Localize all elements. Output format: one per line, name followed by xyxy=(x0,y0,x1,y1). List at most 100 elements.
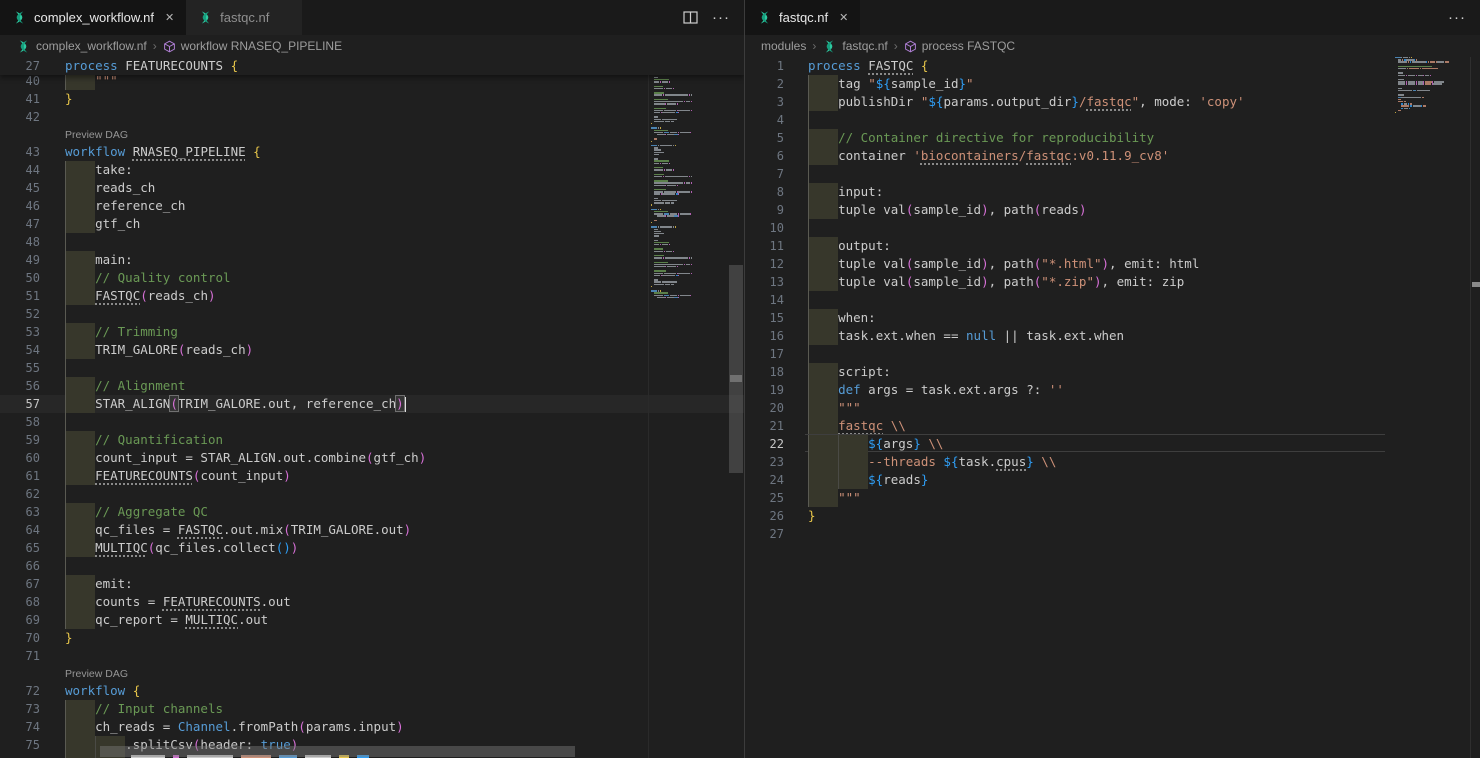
minimap[interactable] xyxy=(648,57,729,758)
line-number[interactable]: 53 xyxy=(0,323,40,341)
line-number[interactable]: 13 xyxy=(745,273,784,291)
scrollbar-thumb[interactable] xyxy=(729,265,743,473)
tab-complex_workflow.nf[interactable]: complex_workflow.nf✕ xyxy=(0,0,186,35)
code-line-15[interactable]: 15when: xyxy=(745,309,1480,327)
sticky-scroll-line[interactable]: 27process FEATURECOUNTS { xyxy=(0,57,744,75)
code-line-50[interactable]: 50// Quality control xyxy=(0,269,744,287)
line-number[interactable]: 48 xyxy=(0,233,40,251)
line-number[interactable]: 72 xyxy=(0,682,40,700)
line-number[interactable]: 2 xyxy=(745,75,784,93)
code-line-66[interactable]: 66 xyxy=(0,557,744,575)
code-line-64[interactable]: 64qc_files = FASTQC.out.mix(TRIM_GALORE.… xyxy=(0,521,744,539)
breadcrumb-symbol[interactable]: workflow RNASEQ_PIPELINE xyxy=(181,39,342,53)
code-line-24[interactable]: 24${reads} xyxy=(745,471,1480,489)
breadcrumb-file[interactable]: fastqc.nf xyxy=(842,39,887,53)
code-line-74[interactable]: 74ch_reads = Channel.fromPath(params.inp… xyxy=(0,718,744,736)
line-number[interactable]: 3 xyxy=(745,93,784,111)
line-number[interactable]: 19 xyxy=(745,381,784,399)
line-number[interactable]: 45 xyxy=(0,179,40,197)
line-number[interactable]: 76 xyxy=(0,754,40,758)
code-line-51[interactable]: 51FASTQC(reads_ch) xyxy=(0,287,744,305)
line-number[interactable]: 73 xyxy=(0,700,40,718)
line-number[interactable]: 24 xyxy=(745,471,784,489)
code-line-47[interactable]: 47gtf_ch xyxy=(0,215,744,233)
code-line-68[interactable]: 68counts = FEATURECOUNTS.out xyxy=(0,593,744,611)
code-line-45[interactable]: 45reads_ch xyxy=(0,179,744,197)
code-line-5[interactable]: 5// Container directive for reproducibil… xyxy=(745,129,1480,147)
line-number[interactable]: 14 xyxy=(745,291,784,309)
code-line-25[interactable]: 25""" xyxy=(745,489,1480,507)
editor-group-divider[interactable] xyxy=(744,0,745,758)
line-number[interactable]: 20 xyxy=(745,399,784,417)
line-number[interactable]: 68 xyxy=(0,593,40,611)
line-number[interactable]: 8 xyxy=(745,183,784,201)
code-line-9[interactable]: 9tuple val(sample_id), path(reads) xyxy=(745,201,1480,219)
code-line-54[interactable]: 54TRIM_GALORE(reads_ch) xyxy=(0,341,744,359)
codelens-preview-dag[interactable]: Preview DAG xyxy=(65,127,128,143)
line-number[interactable]: 59 xyxy=(0,431,40,449)
code-line-27[interactable]: 27 xyxy=(745,525,1480,543)
code-line-42[interactable]: 42 xyxy=(0,108,744,126)
line-number[interactable]: 22 xyxy=(745,435,784,453)
codelens-preview-dag[interactable]: Preview DAG xyxy=(65,666,128,682)
editor-actions-more-icon[interactable]: ··· xyxy=(712,9,730,26)
breadcrumb-folder[interactable]: modules xyxy=(761,39,806,53)
line-number[interactable]: 70 xyxy=(0,629,40,647)
code-line-63[interactable]: 63// Aggregate QC xyxy=(0,503,744,521)
code-line-56[interactable]: 56// Alignment xyxy=(0,377,744,395)
code-line-14[interactable]: 14 xyxy=(745,291,1480,309)
code-line-52[interactable]: 52 xyxy=(0,305,744,323)
code-line-8[interactable]: 8input: xyxy=(745,183,1480,201)
line-number[interactable]: 69 xyxy=(0,611,40,629)
code-line-11[interactable]: 11output: xyxy=(745,237,1480,255)
line-number[interactable]: 43 xyxy=(0,143,40,161)
code-line-3[interactable]: 3publishDir "${params.output_dir}/fastqc… xyxy=(745,93,1480,111)
tab-close-icon[interactable]: ✕ xyxy=(165,11,174,24)
line-number[interactable]: 21 xyxy=(745,417,784,435)
line-number[interactable]: 17 xyxy=(745,345,784,363)
code-line-12[interactable]: 12tuple val(sample_id), path("*.html"), … xyxy=(745,255,1480,273)
line-number[interactable]: 63 xyxy=(0,503,40,521)
code-line-23[interactable]: 23--threads ${task.cpus} \\ xyxy=(745,453,1480,471)
line-number[interactable]: 11 xyxy=(745,237,784,255)
code-line-19[interactable]: 19def args = task.ext.args ?: '' xyxy=(745,381,1480,399)
line-number[interactable]: 4 xyxy=(745,111,784,129)
code-line-41[interactable]: 41} xyxy=(0,90,744,108)
line-number[interactable]: 47 xyxy=(0,215,40,233)
code-line-62[interactable]: 62 xyxy=(0,485,744,503)
code-line-67[interactable]: 67emit: xyxy=(0,575,744,593)
code-line-21[interactable]: 21fastqc \\ xyxy=(745,417,1480,435)
line-number[interactable]: 9 xyxy=(745,201,784,219)
code-editor-right[interactable]: 1process FASTQC {2tag "${sample_id}"3pub… xyxy=(745,57,1480,758)
code-line-46[interactable]: 46reference_ch xyxy=(0,197,744,215)
tab-close-icon[interactable]: ✕ xyxy=(839,11,848,24)
line-number[interactable]: 62 xyxy=(0,485,40,503)
line-number[interactable]: 65 xyxy=(0,539,40,557)
line-number[interactable]: 75 xyxy=(0,736,40,754)
line-number[interactable]: 74 xyxy=(0,718,40,736)
code-line-59[interactable]: 59// Quantification xyxy=(0,431,744,449)
line-number[interactable]: 12 xyxy=(745,255,784,273)
line-number[interactable]: 44 xyxy=(0,161,40,179)
line-number[interactable]: 7 xyxy=(745,165,784,183)
breadcrumb-file[interactable]: complex_workflow.nf xyxy=(36,39,147,53)
vertical-scrollbar[interactable] xyxy=(729,57,743,758)
code-line-20[interactable]: 20""" xyxy=(745,399,1480,417)
line-number[interactable]: 42 xyxy=(0,108,40,126)
code-line-70[interactable]: 70} xyxy=(0,629,744,647)
line-number[interactable]: 64 xyxy=(0,521,40,539)
line-number[interactable]: 15 xyxy=(745,309,784,327)
line-number[interactable]: 60 xyxy=(0,449,40,467)
editor-actions-more-icon[interactable]: ··· xyxy=(1448,9,1466,26)
code-line-18[interactable]: 18script: xyxy=(745,363,1480,381)
line-number[interactable]: 5 xyxy=(745,129,784,147)
code-line-26[interactable]: 26} xyxy=(745,507,1480,525)
line-number[interactable]: 27 xyxy=(745,525,784,543)
code-line-55[interactable]: 55 xyxy=(0,359,744,377)
code-line-13[interactable]: 13tuple val(sample_id), path("*.zip"), e… xyxy=(745,273,1480,291)
code-line-69[interactable]: 69qc_report = MULTIQC.out xyxy=(0,611,744,629)
code-line-1[interactable]: 1process FASTQC { xyxy=(745,57,1480,75)
code-line-10[interactable]: 10 xyxy=(745,219,1480,237)
line-number[interactable]: 55 xyxy=(0,359,40,377)
breadcrumb-symbol[interactable]: process FASTQC xyxy=(922,39,1015,53)
